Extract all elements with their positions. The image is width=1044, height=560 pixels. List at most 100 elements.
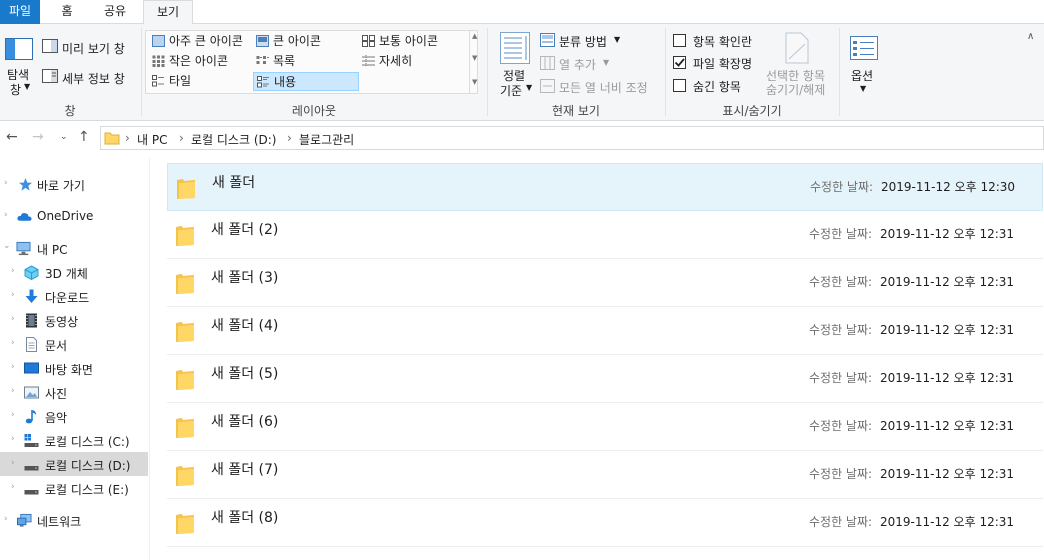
nav-item-this-pc[interactable]: ⌄ 내 PC (0, 236, 148, 260)
file-row-selected[interactable]: 새 폴더 수정한 날짜: 2019-11-12 오후 12:30 (167, 163, 1043, 211)
group-label-current-view: 현재 보기 (552, 104, 600, 118)
date-modified-label: 수정한 날짜: (809, 371, 873, 385)
nav-item-label: 로컬 디스크 (D:) (45, 459, 131, 473)
nav-item-pictures[interactable]: › 사진 (0, 380, 148, 404)
nav-item-drive-d-selected[interactable]: › 로컬 디스크 (D:) (0, 452, 148, 476)
expand-chevron-icon[interactable]: › (4, 514, 8, 524)
scroll-down-icon[interactable]: ▼ (472, 54, 477, 62)
expand-chevron-icon[interactable]: › (11, 314, 15, 324)
folder-icon (176, 466, 194, 486)
file-row[interactable]: 새 폴더 (3) 수정한 날짜: 2019-11-12 오후 12:31 (167, 259, 1043, 307)
expand-chevron-icon[interactable]: › (11, 290, 15, 300)
hide-selected-label-2: 숨기기/해제 (766, 83, 826, 97)
layout-large-icons[interactable]: 큰 아이콘 (253, 32, 321, 51)
list-icon (256, 56, 269, 64)
breadcrumb-separator-icon[interactable]: › (179, 131, 184, 145)
file-name: 새 폴더 (7) (211, 462, 279, 478)
breadcrumb-separator-icon[interactable]: › (125, 131, 130, 145)
nav-item-downloads[interactable]: › 다운로드 (0, 284, 148, 308)
expand-chevron-icon[interactable]: › (11, 434, 15, 444)
group-by-icon (540, 33, 555, 47)
hide-selected-icon (785, 32, 809, 64)
file-list: 새 폴더 수정한 날짜: 2019-11-12 오후 12:30 새 폴더 (2) 수정… (151, 158, 1044, 560)
file-row[interactable]: 새 폴더 (6) 수정한 날짜: 2019-11-12 오후 12:31 (167, 403, 1043, 451)
options-label: 옵션 (851, 69, 874, 83)
file-row[interactable]: 새 폴더 (2) 수정한 날짜: 2019-11-12 오후 12:31 (167, 211, 1043, 259)
expand-chevron-icon[interactable]: › (4, 178, 8, 188)
desktop-icon (24, 362, 39, 374)
nav-item-label: 로컬 디스크 (E:) (45, 483, 129, 497)
file-name: 새 폴더 (2) (211, 222, 279, 238)
file-row[interactable]: 새 폴더 (7) 수정한 날짜: 2019-11-12 오후 12:31 (167, 451, 1043, 499)
fit-columns-label: 모든 열 너비 조정 (559, 81, 648, 95)
date-modified-label: 수정한 날짜: (810, 180, 874, 194)
group-label-pane: 창 (64, 104, 76, 118)
gallery-expand-icon[interactable]: ▼ (472, 78, 477, 86)
expand-chevron-icon[interactable]: › (11, 266, 15, 276)
layout-medium-icons[interactable]: 보통 아이콘 (359, 32, 438, 51)
nav-item-3d-objects[interactable]: › 3D 개체 (0, 260, 148, 284)
add-column-label: 열 추가 (559, 58, 596, 72)
scroll-up-icon[interactable]: ▲ (472, 32, 477, 40)
details-pane-icon (42, 69, 58, 83)
up-arrow-icon[interactable]: ↑ (78, 129, 90, 145)
layout-small-icons[interactable]: 작은 아이콘 (149, 52, 228, 71)
tab-view[interactable]: 보기 (143, 0, 193, 25)
expand-chevron-icon[interactable]: › (11, 386, 15, 396)
breadcrumb-current-folder[interactable]: 블로그관리 (299, 131, 354, 148)
nav-item-quick-access[interactable]: › 바로 가기 (0, 172, 148, 196)
file-row[interactable]: 새 폴더 (8) 수정한 날짜: 2019-11-12 오후 12:31 (167, 499, 1043, 547)
folder-icon (176, 274, 194, 294)
folder-icon (176, 418, 194, 438)
layout-item-label: 아주 큰 아이콘 (169, 34, 243, 48)
file-name: 새 폴더 (5) (211, 366, 279, 382)
back-arrow-icon[interactable]: ← (6, 129, 18, 145)
file-row[interactable]: 새 폴더 (5) 수정한 날짜: 2019-11-12 오후 12:31 (167, 355, 1043, 403)
nav-item-label: 사진 (45, 387, 68, 401)
drive-icon (24, 434, 39, 447)
file-name: 새 폴더 (8) (211, 510, 279, 526)
checkbox-checked[interactable] (673, 56, 686, 69)
checkbox[interactable] (673, 79, 686, 92)
collapse-chevron-icon[interactable]: ⌄ (3, 241, 11, 251)
preview-pane-label: 미리 보기 창 (62, 42, 125, 56)
file-row[interactable]: 새 폴더 (4) 수정한 날짜: 2019-11-12 오후 12:31 (167, 307, 1043, 355)
layout-content-selected[interactable]: 내용 (253, 72, 359, 91)
tab-share[interactable]: 공유 (94, 0, 136, 24)
tab-file[interactable]: 파일 (0, 0, 40, 24)
nav-item-videos[interactable]: › 동영상 (0, 308, 148, 332)
expand-chevron-icon[interactable]: › (11, 482, 15, 492)
layout-gallery-scroll[interactable]: ▲ ▼ ▼ (469, 30, 481, 94)
nav-item-desktop[interactable]: › 바탕 화면 (0, 356, 148, 380)
nav-item-documents[interactable]: › 문서 (0, 332, 148, 356)
checkbox[interactable] (673, 34, 686, 47)
folder-icon (177, 179, 195, 199)
nav-item-network[interactable]: › 네트워크 (0, 508, 148, 532)
recent-locations-chevron-icon[interactable]: ⌄ (60, 132, 68, 142)
address-bar[interactable]: › 내 PC › 로컬 디스크 (D:) › 블로그관리 (100, 126, 1044, 150)
expand-chevron-icon[interactable]: › (11, 362, 15, 372)
ribbon-collapse-icon[interactable]: ∧ (1027, 31, 1034, 42)
nav-item-drive-e[interactable]: › 로컬 디스크 (E:) (0, 476, 148, 500)
breadcrumb-drive-d[interactable]: 로컬 디스크 (D:) (191, 131, 276, 148)
forward-arrow-icon[interactable]: → (32, 129, 44, 145)
expand-chevron-icon[interactable]: › (11, 458, 15, 468)
nav-item-drive-c[interactable]: › 로컬 디스크 (C:) (0, 428, 148, 452)
group-divider (839, 28, 840, 116)
expand-chevron-icon[interactable]: › (4, 210, 8, 220)
layout-tiles[interactable]: 타일 (149, 72, 191, 91)
expand-chevron-icon[interactable]: › (11, 338, 15, 348)
nav-item-music[interactable]: › 음악 (0, 404, 148, 428)
tab-home[interactable]: 홈 (50, 0, 84, 24)
ribbon-tab-bar: 파일 홈 공유 보기 (0, 0, 1044, 25)
expand-chevron-icon[interactable]: › (11, 410, 15, 420)
layout-list[interactable]: 목록 (253, 52, 295, 71)
breadcrumb-separator-icon[interactable]: › (287, 131, 292, 145)
layout-item-label: 타일 (169, 74, 192, 88)
tiles-icon (152, 75, 164, 87)
layout-details[interactable]: 자세히 (359, 52, 412, 71)
breadcrumb-this-pc[interactable]: 내 PC (137, 131, 167, 148)
layout-extra-large-icons[interactable]: 아주 큰 아이콘 (149, 32, 243, 51)
nav-item-onedrive[interactable]: › OneDrive (0, 204, 148, 228)
layout-item-label: 작은 아이콘 (169, 54, 229, 68)
